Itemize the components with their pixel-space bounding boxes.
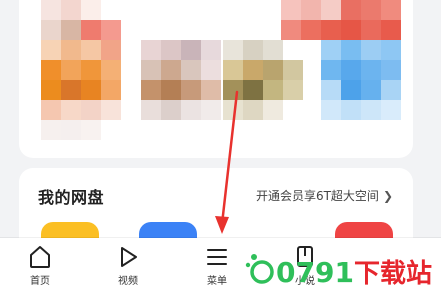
vip-upgrade-link[interactable]: 开通会员享6T超大空间 ❯: [256, 187, 393, 204]
tab-home-label: 首页: [30, 276, 50, 287]
svg-text:下载站: 下载站: [354, 259, 432, 289]
vip-upgrade-text: 开通会员享6T超大空间: [255, 189, 379, 203]
my-netdisk-title: 我的网盘: [38, 188, 105, 207]
tab-menu[interactable]: 菜单: [187, 244, 247, 292]
tab-home[interactable]: 首页: [10, 244, 70, 292]
menu-icon: [207, 249, 227, 265]
recent-thumbnails-card[interactable]: [19, 0, 413, 158]
tab-video-label: 视频: [118, 276, 138, 287]
tab-menu-label: 菜单: [207, 276, 227, 287]
site-watermark-logo: 0791 下载站: [245, 254, 432, 289]
app-screen: 我的网盘 开通会员享6T超大空间 ❯ 首页 视频 菜单 小说 0791 下载站: [0, 0, 441, 294]
home-icon: [30, 246, 50, 268]
svg-text:0791: 0791: [276, 256, 354, 289]
tab-video[interactable]: 视频: [98, 244, 158, 292]
chevron-right-icon: ❯: [382, 189, 393, 203]
play-icon: [121, 247, 137, 267]
